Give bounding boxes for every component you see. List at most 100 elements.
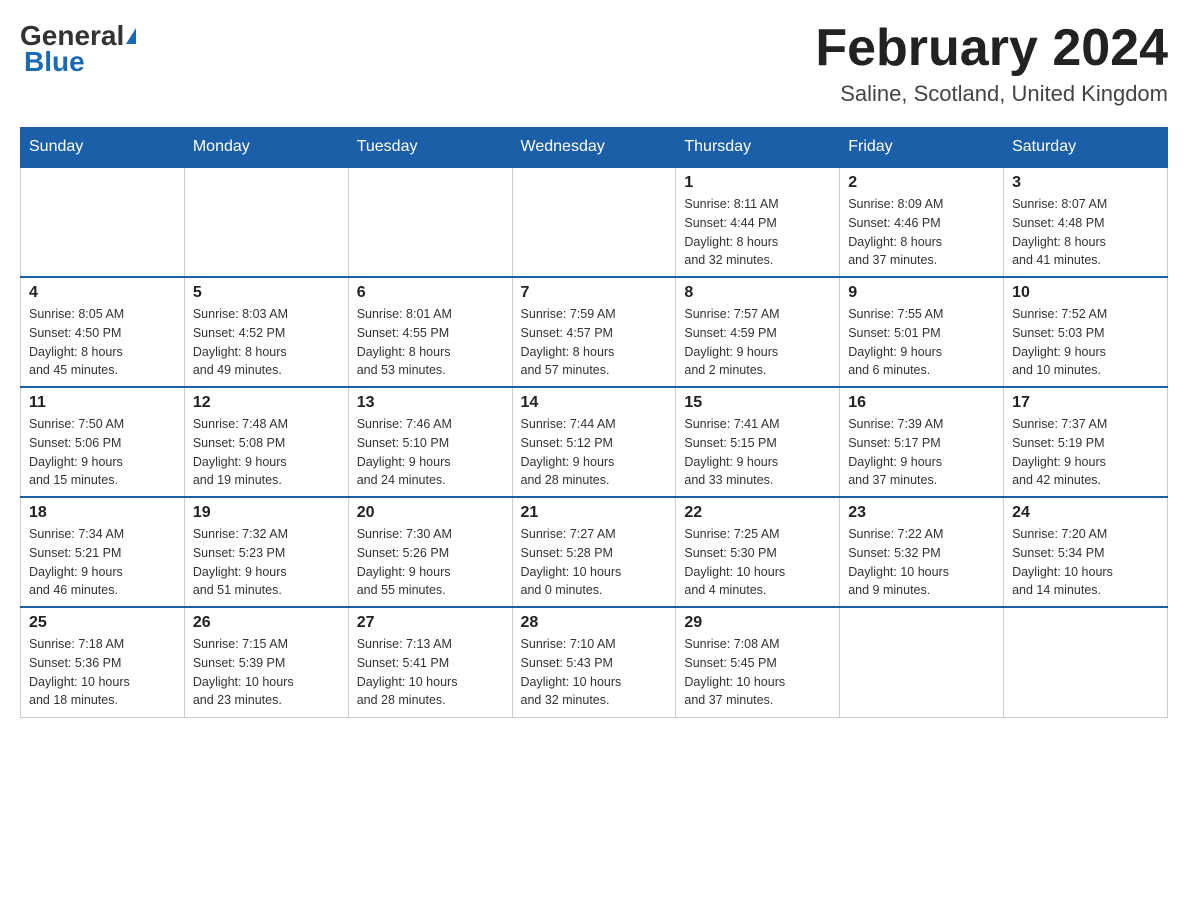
day-info: Sunrise: 8:01 AM Sunset: 4:55 PM Dayligh… [357, 305, 504, 380]
day-info: Sunrise: 7:27 AM Sunset: 5:28 PM Dayligh… [521, 525, 668, 600]
calendar-cell [840, 607, 1004, 717]
day-info: Sunrise: 7:48 AM Sunset: 5:08 PM Dayligh… [193, 415, 340, 490]
day-info: Sunrise: 7:30 AM Sunset: 5:26 PM Dayligh… [357, 525, 504, 600]
day-number: 4 [29, 284, 176, 302]
calendar-cell: 24 Sunrise: 7:20 AM Sunset: 5:34 PM Dayli… [1004, 497, 1168, 607]
calendar-cell: 4 Sunrise: 8:05 AM Sunset: 4:50 PM Daylig… [21, 277, 185, 387]
day-number: 18 [29, 504, 176, 522]
calendar-cell: 1Sunrise: 8:11 AM Sunset: 4:44 PM Daylig… [676, 167, 840, 277]
day-info: Sunrise: 7:52 AM Sunset: 5:03 PM Dayligh… [1012, 305, 1159, 380]
day-number: 11 [29, 394, 176, 412]
weekday-header-friday: Friday [840, 128, 1004, 168]
calendar-cell: 25 Sunrise: 7:18 AM Sunset: 5:36 PM Dayli… [21, 607, 185, 717]
day-number: 29 [684, 614, 831, 632]
weekday-header-monday: Monday [184, 128, 348, 168]
day-info: Sunrise: 8:03 AM Sunset: 4:52 PM Dayligh… [193, 305, 340, 380]
day-number: 8 [684, 284, 831, 302]
calendar-cell: 20 Sunrise: 7:30 AM Sunset: 5:26 PM Dayli… [348, 497, 512, 607]
day-info: Sunrise: 8:05 AM Sunset: 4:50 PM Dayligh… [29, 305, 176, 380]
calendar-cell: 23 Sunrise: 7:22 AM Sunset: 5:32 PM Dayli… [840, 497, 1004, 607]
calendar-cell: 7 Sunrise: 7:59 AM Sunset: 4:57 PM Daylig… [512, 277, 676, 387]
day-info: Sunrise: 7:15 AM Sunset: 5:39 PM Dayligh… [193, 635, 340, 710]
day-number: 20 [357, 504, 504, 522]
calendar-cell [184, 167, 348, 277]
day-number: 3 [1012, 174, 1159, 192]
day-number: 17 [1012, 394, 1159, 412]
calendar-cell: 22 Sunrise: 7:25 AM Sunset: 5:30 PM Dayli… [676, 497, 840, 607]
title-area: February 2024 Saline, Scotland, United K… [815, 20, 1168, 107]
day-number: 27 [357, 614, 504, 632]
day-number: 13 [357, 394, 504, 412]
calendar-cell: 28 Sunrise: 7:10 AM Sunset: 5:43 PM Dayli… [512, 607, 676, 717]
day-info: Sunrise: 7:10 AM Sunset: 5:43 PM Dayligh… [521, 635, 668, 710]
weekday-header-sunday: Sunday [21, 128, 185, 168]
day-number: 12 [193, 394, 340, 412]
day-number: 25 [29, 614, 176, 632]
calendar-cell: 3 Sunrise: 8:07 AM Sunset: 4:48 PM Daylig… [1004, 167, 1168, 277]
calendar-cell: 11Sunrise: 7:50 AM Sunset: 5:06 PM Dayli… [21, 387, 185, 497]
day-number: 16 [848, 394, 995, 412]
day-info: Sunrise: 7:59 AM Sunset: 4:57 PM Dayligh… [521, 305, 668, 380]
calendar-cell [21, 167, 185, 277]
day-info: Sunrise: 8:07 AM Sunset: 4:48 PM Dayligh… [1012, 195, 1159, 270]
logo-blue-text: Blue [20, 46, 85, 78]
calendar-cell [348, 167, 512, 277]
calendar-cell: 13 Sunrise: 7:46 AM Sunset: 5:10 PM Dayli… [348, 387, 512, 497]
logo-triangle-icon [126, 28, 136, 44]
calendar-table: SundayMondayTuesdayWednesdayThursdayFrid… [20, 127, 1168, 718]
day-info: Sunrise: 7:13 AM Sunset: 5:41 PM Dayligh… [357, 635, 504, 710]
calendar-cell: 2Sunrise: 8:09 AM Sunset: 4:46 PM Daylig… [840, 167, 1004, 277]
calendar-cell: 19 Sunrise: 7:32 AM Sunset: 5:23 PM Dayli… [184, 497, 348, 607]
location-subtitle: Saline, Scotland, United Kingdom [815, 81, 1168, 107]
day-info: Sunrise: 7:34 AM Sunset: 5:21 PM Dayligh… [29, 525, 176, 600]
calendar-cell: 16Sunrise: 7:39 AM Sunset: 5:17 PM Dayli… [840, 387, 1004, 497]
calendar-cell: 21Sunrise: 7:27 AM Sunset: 5:28 PM Dayli… [512, 497, 676, 607]
calendar-cell: 6Sunrise: 8:01 AM Sunset: 4:55 PM Daylig… [348, 277, 512, 387]
day-number: 26 [193, 614, 340, 632]
day-number: 23 [848, 504, 995, 522]
day-number: 14 [521, 394, 668, 412]
day-info: Sunrise: 8:09 AM Sunset: 4:46 PM Dayligh… [848, 195, 995, 270]
weekday-header-wednesday: Wednesday [512, 128, 676, 168]
day-number: 10 [1012, 284, 1159, 302]
weekday-header-saturday: Saturday [1004, 128, 1168, 168]
day-info: Sunrise: 7:32 AM Sunset: 5:23 PM Dayligh… [193, 525, 340, 600]
page-header: General Blue February 2024 Saline, Scotl… [20, 20, 1168, 107]
calendar-cell [512, 167, 676, 277]
day-number: 9 [848, 284, 995, 302]
week-row-5: 25 Sunrise: 7:18 AM Sunset: 5:36 PM Dayli… [21, 607, 1168, 717]
day-info: Sunrise: 7:25 AM Sunset: 5:30 PM Dayligh… [684, 525, 831, 600]
calendar-cell: 15 Sunrise: 7:41 AM Sunset: 5:15 PM Dayli… [676, 387, 840, 497]
calendar-cell: 27 Sunrise: 7:13 AM Sunset: 5:41 PM Dayli… [348, 607, 512, 717]
week-row-2: 4 Sunrise: 8:05 AM Sunset: 4:50 PM Daylig… [21, 277, 1168, 387]
day-info: Sunrise: 8:11 AM Sunset: 4:44 PM Dayligh… [684, 195, 831, 270]
weekday-header-tuesday: Tuesday [348, 128, 512, 168]
day-info: Sunrise: 7:41 AM Sunset: 5:15 PM Dayligh… [684, 415, 831, 490]
day-info: Sunrise: 7:22 AM Sunset: 5:32 PM Dayligh… [848, 525, 995, 600]
calendar-cell: 14 Sunrise: 7:44 AM Sunset: 5:12 PM Dayli… [512, 387, 676, 497]
day-info: Sunrise: 7:37 AM Sunset: 5:19 PM Dayligh… [1012, 415, 1159, 490]
day-number: 7 [521, 284, 668, 302]
day-number: 15 [684, 394, 831, 412]
day-info: Sunrise: 7:44 AM Sunset: 5:12 PM Dayligh… [521, 415, 668, 490]
week-row-1: 1Sunrise: 8:11 AM Sunset: 4:44 PM Daylig… [21, 167, 1168, 277]
day-info: Sunrise: 7:57 AM Sunset: 4:59 PM Dayligh… [684, 305, 831, 380]
day-number: 19 [193, 504, 340, 522]
day-number: 22 [684, 504, 831, 522]
day-number: 28 [521, 614, 668, 632]
day-info: Sunrise: 7:18 AM Sunset: 5:36 PM Dayligh… [29, 635, 176, 710]
day-info: Sunrise: 7:55 AM Sunset: 5:01 PM Dayligh… [848, 305, 995, 380]
week-row-3: 11Sunrise: 7:50 AM Sunset: 5:06 PM Dayli… [21, 387, 1168, 497]
calendar-cell: 12 Sunrise: 7:48 AM Sunset: 5:08 PM Dayli… [184, 387, 348, 497]
calendar-cell: 29 Sunrise: 7:08 AM Sunset: 5:45 PM Dayli… [676, 607, 840, 717]
month-title: February 2024 [815, 20, 1168, 77]
week-row-4: 18 Sunrise: 7:34 AM Sunset: 5:21 PM Dayli… [21, 497, 1168, 607]
day-number: 24 [1012, 504, 1159, 522]
day-info: Sunrise: 7:46 AM Sunset: 5:10 PM Dayligh… [357, 415, 504, 490]
day-number: 5 [193, 284, 340, 302]
calendar-cell: 18 Sunrise: 7:34 AM Sunset: 5:21 PM Dayli… [21, 497, 185, 607]
day-info: Sunrise: 7:20 AM Sunset: 5:34 PM Dayligh… [1012, 525, 1159, 600]
calendar-cell: 5 Sunrise: 8:03 AM Sunset: 4:52 PM Daylig… [184, 277, 348, 387]
calendar-cell: 26 Sunrise: 7:15 AM Sunset: 5:39 PM Dayli… [184, 607, 348, 717]
day-info: Sunrise: 7:08 AM Sunset: 5:45 PM Dayligh… [684, 635, 831, 710]
